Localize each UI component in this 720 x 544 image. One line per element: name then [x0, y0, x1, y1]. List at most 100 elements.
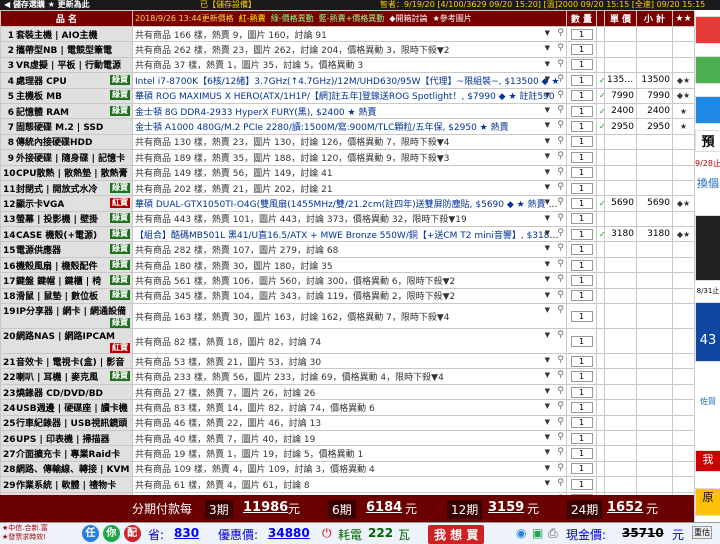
- dropdown-arrow-icon[interactable]: ▼: [545, 198, 550, 206]
- side-banner-dark[interactable]: [695, 215, 720, 281]
- product-select[interactable]: 共有商品 149 樣，熱賣 56，圖片 149，討論 41 ▼ ⚲: [132, 164, 567, 181]
- top-buttons[interactable]: ◀ 儲存選購 ★ 更新為此: [4, 0, 90, 10]
- buy-button[interactable]: 我 想 買: [428, 525, 485, 544]
- quantity-cell[interactable]: 1: [566, 368, 597, 385]
- quantity-cell[interactable]: 1: [566, 256, 597, 274]
- quantity-select[interactable]: 1: [570, 244, 593, 256]
- search-icon[interactable]: ⚲: [557, 370, 564, 380]
- quantity-cell[interactable]: 1: [566, 72, 597, 89]
- search-icon[interactable]: ⚲: [557, 432, 564, 442]
- search-icon[interactable]: ⚲: [557, 243, 564, 253]
- quantity-select[interactable]: 1: [570, 213, 593, 225]
- dropdown-arrow-icon[interactable]: ▼: [545, 331, 550, 339]
- product-select[interactable]: 共有商品 202 樣，熱賣 21，圖片 202，討論 21 ▼ ⚲: [132, 179, 567, 197]
- quantity-cell[interactable]: 1: [566, 56, 597, 74]
- quantity-select[interactable]: 1: [570, 182, 593, 194]
- search-icon[interactable]: ⚲: [557, 213, 564, 223]
- quantity-cell[interactable]: 1: [566, 41, 597, 58]
- quantity-select[interactable]: 1: [570, 151, 593, 163]
- product-select[interactable]: 共有商品 166 樣，熱賣 9，圖片 160，討論 91 ▼ ⚲: [132, 25, 567, 43]
- category-cell[interactable]: 16機殼風扇 | 機殼配件 綠寶: [0, 256, 133, 274]
- search-icon[interactable]: ⚲: [557, 355, 564, 365]
- product-select[interactable]: 金士頓 8G DDR4-2933 HyperX FURY(黑), $2400 ★…: [132, 102, 567, 120]
- category-cell[interactable]: 21音效卡 | 電視卡(盒) | 影音: [0, 353, 133, 370]
- dropdown-arrow-icon[interactable]: ▼: [545, 260, 550, 268]
- product-select[interactable]: 共有商品 443 樣，熱賣 101，圖片 443，討論 373，價格異動 32，…: [132, 210, 567, 228]
- dropdown-arrow-icon[interactable]: ▼: [545, 371, 550, 379]
- dropdown-arrow-icon[interactable]: ▼: [545, 168, 550, 176]
- dropdown-arrow-icon[interactable]: ▼: [545, 44, 550, 52]
- search-icon[interactable]: ⚲: [557, 228, 564, 238]
- side-banner-blue[interactable]: 43: [695, 302, 720, 362]
- dropdown-arrow-icon[interactable]: ▼: [545, 479, 550, 487]
- product-select[interactable]: 共有商品 180 樣，熱賣 30，圖片 180，討論 35 ▼ ⚲: [132, 256, 567, 274]
- dropdown-arrow-icon[interactable]: ▼: [545, 214, 550, 222]
- search-icon[interactable]: ⚲: [557, 120, 564, 130]
- print-icon[interactable]: ⎙: [548, 526, 558, 541]
- category-cell[interactable]: 28網路、傳輸線、轉接 | KVM: [0, 460, 133, 478]
- quantity-select[interactable]: 1: [570, 228, 593, 240]
- quantity-select[interactable]: 1: [570, 290, 593, 302]
- product-select[interactable]: 共有商品 53 樣，熱賣 21，圖片 53，討論 30 ▼ ⚲: [132, 353, 567, 370]
- quantity-select[interactable]: 1: [570, 417, 593, 429]
- dropdown-arrow-icon[interactable]: ▼: [545, 152, 550, 160]
- quantity-select[interactable]: 1: [570, 59, 593, 71]
- dropdown-arrow-icon[interactable]: ▼: [545, 244, 550, 252]
- quantity-cell[interactable]: 1: [566, 179, 597, 197]
- dropdown-arrow-icon[interactable]: ▼: [545, 91, 550, 99]
- option-ren-button[interactable]: 任: [82, 525, 99, 542]
- side-promo-1[interactable]: 換個: [695, 175, 720, 199]
- quantity-cell[interactable]: 1: [566, 429, 597, 447]
- search-icon[interactable]: ⚲: [557, 417, 564, 427]
- search-icon[interactable]: ⚲: [557, 447, 564, 457]
- search-icon[interactable]: ⚲: [557, 105, 564, 115]
- quantity-cell[interactable]: 1: [566, 25, 597, 43]
- product-select[interactable]: 共有商品 130 樣，熱賣 23，圖片 130，討論 126，價格異動 7，限時…: [132, 133, 567, 151]
- dropdown-arrow-icon[interactable]: ▼: [545, 137, 550, 145]
- dropdown-arrow-icon[interactable]: ▼: [545, 464, 550, 472]
- category-cell[interactable]: 15電源供應器 綠寶: [0, 241, 133, 258]
- category-cell[interactable]: 13螢幕 | 投影機 | 壁掛 綠寶: [0, 210, 133, 228]
- category-cell[interactable]: 11封閉式 | 開放式水冷 綠寶: [0, 179, 133, 197]
- category-cell[interactable]: 5 主機板 MB 綠寶: [0, 87, 133, 104]
- product-select[interactable]: 共有商品 345 樣，熱賣 104，圖片 343，討論 119，價格異動 2，限…: [132, 287, 567, 305]
- product-select[interactable]: 共有商品 282 樣，熱賣 107，圖片 279，討論 68 ▼ ⚲: [132, 241, 567, 258]
- quantity-cell[interactable]: 1: [566, 476, 597, 493]
- quantity-select[interactable]: 1: [570, 335, 593, 347]
- product-select[interactable]: 共有商品 27 樣，熱賣 7，圖片 26，討論 26 ▼ ⚲: [132, 383, 567, 401]
- product-select[interactable]: 共有商品 83 樣，熱賣 14，圖片 82，討論 74，價格異動 6 ▼ ⚲: [132, 399, 567, 416]
- quantity-cell[interactable]: 1: [566, 353, 597, 370]
- search-icon[interactable]: ⚲: [557, 151, 564, 161]
- category-cell[interactable]: 26UPS | 印表機 | 掃描器: [0, 429, 133, 447]
- search-icon[interactable]: ⚲: [557, 28, 564, 38]
- quantity-select[interactable]: 1: [570, 44, 593, 56]
- quantity-cell[interactable]: 1: [566, 414, 597, 431]
- dropdown-arrow-icon[interactable]: ▼: [545, 60, 550, 68]
- quantity-select[interactable]: 1: [570, 105, 593, 117]
- quantity-cell[interactable]: 1: [566, 272, 597, 289]
- dropdown-arrow-icon[interactable]: ▼: [545, 433, 550, 441]
- dropdown-arrow-icon[interactable]: ▼: [545, 356, 550, 364]
- product-select[interactable]: 共有商品 262 樣，熱賣 23，圖片 262，討論 204，價格異動 3，限時…: [132, 41, 567, 58]
- quantity-select[interactable]: 1: [570, 432, 593, 444]
- search-icon[interactable]: ⚲: [557, 43, 564, 53]
- product-select[interactable]: 金士頓 A1000 480G/M.2 PCIe 2280/讀:1500M/寫:9…: [132, 118, 567, 135]
- category-cell[interactable]: 25行車紀錄器 | USB視訊鏡頭: [0, 414, 133, 431]
- quantity-select[interactable]: 1: [570, 259, 593, 271]
- share-icon[interactable]: ▣: [532, 526, 543, 540]
- category-cell[interactable]: 10CPU散熱 | 散熱墊 | 散熱膏: [0, 164, 133, 181]
- search-icon[interactable]: ⚲: [557, 197, 564, 207]
- quantity-cell[interactable]: 1: [566, 195, 597, 212]
- search-icon[interactable]: ⚲: [557, 274, 564, 284]
- quantity-select[interactable]: 1: [570, 448, 593, 460]
- quantity-cell[interactable]: 1: [566, 383, 597, 401]
- dropdown-arrow-icon[interactable]: ▼: [545, 75, 550, 83]
- category-cell[interactable]: 6 記憶體 RAM 綠寶: [0, 102, 133, 120]
- info-icon[interactable]: ◉: [516, 526, 526, 540]
- category-cell[interactable]: 4 處理器 CPU 綠寶: [0, 72, 133, 89]
- quantity-cell[interactable]: 1: [566, 241, 597, 258]
- dropdown-arrow-icon[interactable]: ▼: [545, 229, 550, 237]
- quantity-cell[interactable]: 1: [566, 445, 597, 462]
- product-select[interactable]: 共有商品 40 樣，熱賣 7，圖片 40，討論 19 ▼ ⚲: [132, 429, 567, 447]
- reset-button[interactable]: 重估: [692, 526, 712, 539]
